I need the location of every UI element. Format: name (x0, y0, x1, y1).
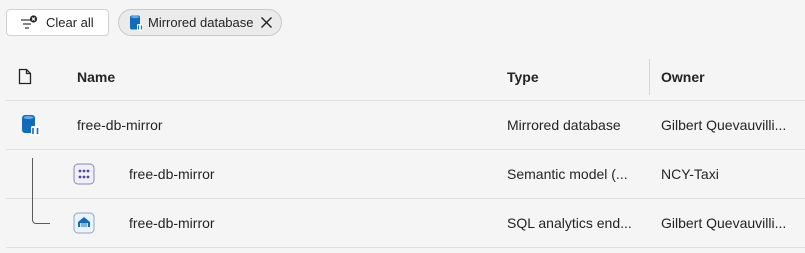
table-row[interactable]: free-db-mirror SQL analytics end... Gilb… (6, 199, 805, 248)
item-type-label: SQL analytics end... (507, 215, 632, 231)
filter-bar: Clear all Mirrored database (6, 9, 282, 36)
tree-connector-line (32, 158, 33, 199)
clear-all-label: Clear all (46, 15, 94, 30)
item-type: SQL analytics end... (507, 199, 643, 247)
clear-filter-icon (20, 14, 38, 31)
item-name[interactable]: free-db-mirror (129, 150, 539, 198)
item-type-label: Semantic model (... (507, 166, 628, 182)
item-type: Mirrored database (507, 101, 643, 149)
item-type-label: Mirrored database (507, 117, 621, 133)
item-type: Semantic model (... (507, 150, 643, 198)
item-name[interactable]: free-db-mirror (129, 199, 539, 247)
name-column-header[interactable]: Name (77, 53, 487, 100)
clear-all-button[interactable]: Clear all (6, 9, 109, 36)
item-owner: Gilbert Quevauvilli... (661, 199, 805, 247)
filter-chip-mirrored-database[interactable]: Mirrored database (118, 9, 282, 36)
semantic-model-icon (73, 163, 95, 185)
tree-connector-elbow (32, 199, 50, 224)
item-owner: NCY-Taxi (661, 150, 805, 198)
item-icon-cell (73, 199, 97, 247)
item-owner-label: NCY-Taxi (661, 166, 719, 182)
item-icon-cell (18, 101, 48, 149)
column-resize-handle[interactable] (649, 59, 650, 95)
items-table: Name Type Owner free-db-mirror Mirrored … (6, 53, 805, 248)
file-icon (18, 68, 32, 85)
table-row[interactable]: free-db-mirror Semantic model (... NCY-T… (6, 150, 805, 199)
owner-column-header[interactable]: Owner (661, 53, 805, 100)
type-column-header[interactable]: Type (507, 53, 643, 100)
sql-analytics-endpoint-icon (73, 212, 95, 234)
item-owner-label: Gilbert Quevauvilli... (661, 117, 787, 133)
item-owner: Gilbert Quevauvilli... (661, 101, 805, 149)
close-icon[interactable] (259, 15, 275, 31)
filter-chip-label: Mirrored database (148, 15, 254, 30)
mirrored-database-icon (18, 113, 42, 137)
table-row[interactable]: free-db-mirror Mirrored database Gilbert… (6, 101, 805, 150)
item-name[interactable]: free-db-mirror (77, 101, 487, 149)
table-header-row: Name Type Owner (6, 53, 805, 101)
item-icon-cell (73, 150, 97, 198)
mirrored-database-icon (128, 14, 144, 32)
file-type-column-header[interactable] (18, 53, 48, 100)
item-owner-label: Gilbert Quevauvilli... (661, 215, 787, 231)
